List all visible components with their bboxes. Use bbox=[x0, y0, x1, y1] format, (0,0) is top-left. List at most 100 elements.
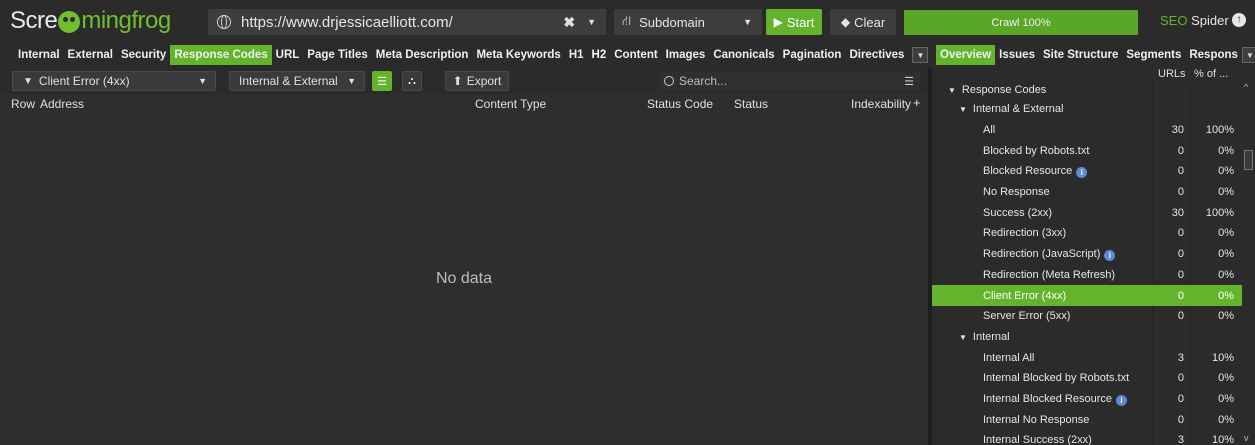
search-input[interactable] bbox=[679, 74, 894, 88]
tab-pagination[interactable]: Pagination bbox=[779, 45, 846, 65]
tab-directives[interactable]: Directives bbox=[845, 45, 908, 65]
overview-row[interactable]: Internal Success (2xx) 3 10% bbox=[932, 430, 1242, 445]
filter-select[interactable]: ▼ Client Error (4xx) ▼ bbox=[12, 71, 216, 91]
overview-row-name: Redirection (Meta Refresh) bbox=[983, 268, 1116, 281]
list-view-button[interactable]: ☰ bbox=[372, 71, 392, 91]
overview-row-label: No Response bbox=[983, 186, 1050, 198]
right-tab-respons[interactable]: Respons bbox=[1185, 45, 1242, 65]
column-header-status-code[interactable]: Status Code bbox=[647, 97, 713, 111]
overview-row[interactable]: Client Error (4xx) 0 0% bbox=[932, 285, 1242, 306]
column-header-indexability[interactable]: Indexability bbox=[851, 97, 911, 111]
tab-security[interactable]: Security bbox=[117, 45, 170, 65]
info-icon[interactable]: i bbox=[1104, 249, 1116, 261]
info-icon[interactable]: i bbox=[1076, 166, 1088, 178]
overview-row-name: Internal Success (2xx) bbox=[983, 434, 1092, 445]
scroll-up-icon[interactable]: ^ bbox=[1244, 82, 1248, 92]
tab-internal[interactable]: Internal bbox=[14, 45, 64, 65]
right-tab-site-structure[interactable]: Site Structure bbox=[1039, 45, 1122, 65]
overview-row-percent: 0% bbox=[1218, 165, 1234, 178]
overview-row-label: Server Error (5xx) bbox=[983, 310, 1070, 322]
overview-row[interactable]: Internal All 3 10% bbox=[932, 347, 1242, 368]
overview-row-name: Internal Blocked by Robots.txt bbox=[983, 372, 1130, 385]
right-tab-overview[interactable]: Overview bbox=[936, 45, 996, 65]
expand-triangle-icon[interactable]: ▼ bbox=[959, 333, 967, 342]
upload-icon: ⬆ bbox=[452, 74, 463, 88]
overview-row[interactable]: Redirection (Meta Refresh) 0 0% bbox=[932, 264, 1242, 285]
tab-canonicals[interactable]: Canonicals bbox=[709, 45, 778, 65]
overview-row-urls: 0 bbox=[1177, 268, 1184, 281]
globe-icon bbox=[217, 15, 231, 29]
overview-row-percent: 0% bbox=[1218, 186, 1234, 198]
crawl-mode-select[interactable]: ⛙ Subdomain ▼ bbox=[614, 9, 762, 35]
more-right-tabs-icon[interactable]: ▼ bbox=[1241, 47, 1255, 63]
tab-meta-description[interactable]: Meta Description bbox=[372, 45, 473, 65]
tab-response-codes[interactable]: Response Codes bbox=[170, 45, 272, 65]
scroll-down-icon[interactable]: v bbox=[1244, 433, 1249, 443]
column-header-address[interactable]: Address bbox=[40, 97, 84, 111]
scrollbar-thumb[interactable] bbox=[1244, 150, 1253, 170]
tab-images[interactable]: Images bbox=[662, 45, 710, 65]
search-options-icon[interactable]: ☰ bbox=[904, 75, 914, 88]
overview-row-urls: 0 bbox=[1177, 144, 1184, 157]
column-header-row[interactable]: Row bbox=[11, 97, 35, 111]
right-tab-issues[interactable]: Issues bbox=[995, 45, 1039, 65]
tab-url[interactable]: URL bbox=[272, 45, 304, 65]
eraser-icon: ◆ bbox=[840, 15, 851, 29]
clear-button[interactable]: ◆ Clear bbox=[830, 9, 896, 35]
overview-row-urls: 0 bbox=[1177, 165, 1184, 178]
tab-meta-keywords[interactable]: Meta Keywords bbox=[472, 45, 564, 65]
column-header-content-type[interactable]: Content Type bbox=[475, 97, 546, 111]
export-button[interactable]: ⬆ Export bbox=[445, 71, 509, 91]
column-header-status[interactable]: Status bbox=[734, 97, 768, 111]
overview-row[interactable]: Internal No Response 0 0% bbox=[932, 409, 1242, 430]
expand-triangle-icon[interactable]: ▼ bbox=[948, 86, 956, 95]
add-column-icon[interactable]: + bbox=[913, 95, 921, 110]
overview-row-name: No Response bbox=[983, 186, 1050, 198]
chevron-down-icon: ▼ bbox=[198, 76, 207, 86]
overview-row-percent: 0% bbox=[1218, 144, 1234, 157]
overview-row[interactable]: Blocked Resource i 0 0% bbox=[932, 161, 1242, 182]
url-input[interactable]: https://www.drjessicaelliott.com/ bbox=[241, 14, 563, 31]
tree-section-response-codes[interactable]: ▼ Response Codes bbox=[932, 79, 1242, 100]
overview-row[interactable]: Redirection (JavaScript) i 0 0% bbox=[932, 244, 1242, 265]
overview-row[interactable]: Redirection (3xx) 0 0% bbox=[932, 223, 1242, 244]
tab-h1[interactable]: H1 bbox=[565, 45, 588, 65]
overview-row[interactable]: No Response 0 0% bbox=[932, 182, 1242, 203]
overview-row-label: Internal Blocked by Robots.txt bbox=[983, 372, 1129, 384]
clear-url-icon[interactable]: ✖ bbox=[563, 14, 575, 31]
tab-h2[interactable]: H2 bbox=[588, 45, 611, 65]
crawl-progress-bar: Crawl 100% bbox=[904, 10, 1138, 35]
right-tab-segments[interactable]: Segments bbox=[1122, 45, 1185, 65]
overview-row-urls: 0 bbox=[1177, 393, 1184, 405]
overview-row-urls: 0 bbox=[1177, 310, 1184, 323]
overview-row[interactable]: Success (2xx) 30 100% bbox=[932, 202, 1242, 223]
url-input-box[interactable]: https://www.drjessicaelliott.com/ ✖ ▼ bbox=[208, 9, 606, 35]
tab-page-titles[interactable]: Page Titles bbox=[303, 45, 372, 65]
overview-row-urls: 0 bbox=[1177, 289, 1184, 302]
start-button[interactable]: ▶ Start bbox=[766, 9, 822, 35]
overview-row[interactable]: Blocked by Robots.txt 0 0% bbox=[932, 140, 1242, 161]
info-icon[interactable]: i bbox=[1116, 394, 1128, 406]
tree-group-internal-external[interactable]: ▼ Internal & External bbox=[932, 99, 1242, 120]
frog-face-icon bbox=[58, 11, 81, 33]
overview-row-urls: 0 bbox=[1177, 372, 1184, 385]
overview-row[interactable]: Internal Blocked by Robots.txt 0 0% bbox=[932, 368, 1242, 389]
table-header: Row Address Content Type Status Code Sta… bbox=[0, 94, 928, 114]
overview-row-urls: 30 bbox=[1171, 123, 1184, 136]
overview-scrollbar[interactable]: ^ v bbox=[1244, 82, 1253, 445]
overview-row-percent: 0% bbox=[1218, 268, 1234, 281]
tree-view-button[interactable]: ⛬ bbox=[402, 71, 422, 91]
tab-content[interactable]: Content bbox=[610, 45, 661, 65]
tree-group-internal[interactable]: ▼ Internal bbox=[932, 326, 1242, 347]
url-history-dropdown-icon[interactable]: ▼ bbox=[587, 17, 596, 27]
tab-external[interactable]: External bbox=[64, 45, 117, 65]
expand-triangle-icon[interactable]: ▼ bbox=[959, 105, 967, 114]
overview-row[interactable]: Server Error (5xx) 0 0% bbox=[932, 306, 1242, 327]
overview-row-name: Internal No Response bbox=[983, 413, 1090, 426]
overview-row-label: Internal Blocked Resource i bbox=[983, 393, 1128, 406]
update-arrow-icon[interactable]: ↑ bbox=[1232, 13, 1246, 27]
overview-row[interactable]: All 30 100% bbox=[932, 119, 1242, 140]
more-tabs-icon[interactable]: ▼ bbox=[912, 47, 929, 63]
scope-select[interactable]: Internal & External ▼ bbox=[229, 71, 365, 91]
overview-row[interactable]: Internal Blocked Resource i 0 0% bbox=[932, 389, 1242, 410]
